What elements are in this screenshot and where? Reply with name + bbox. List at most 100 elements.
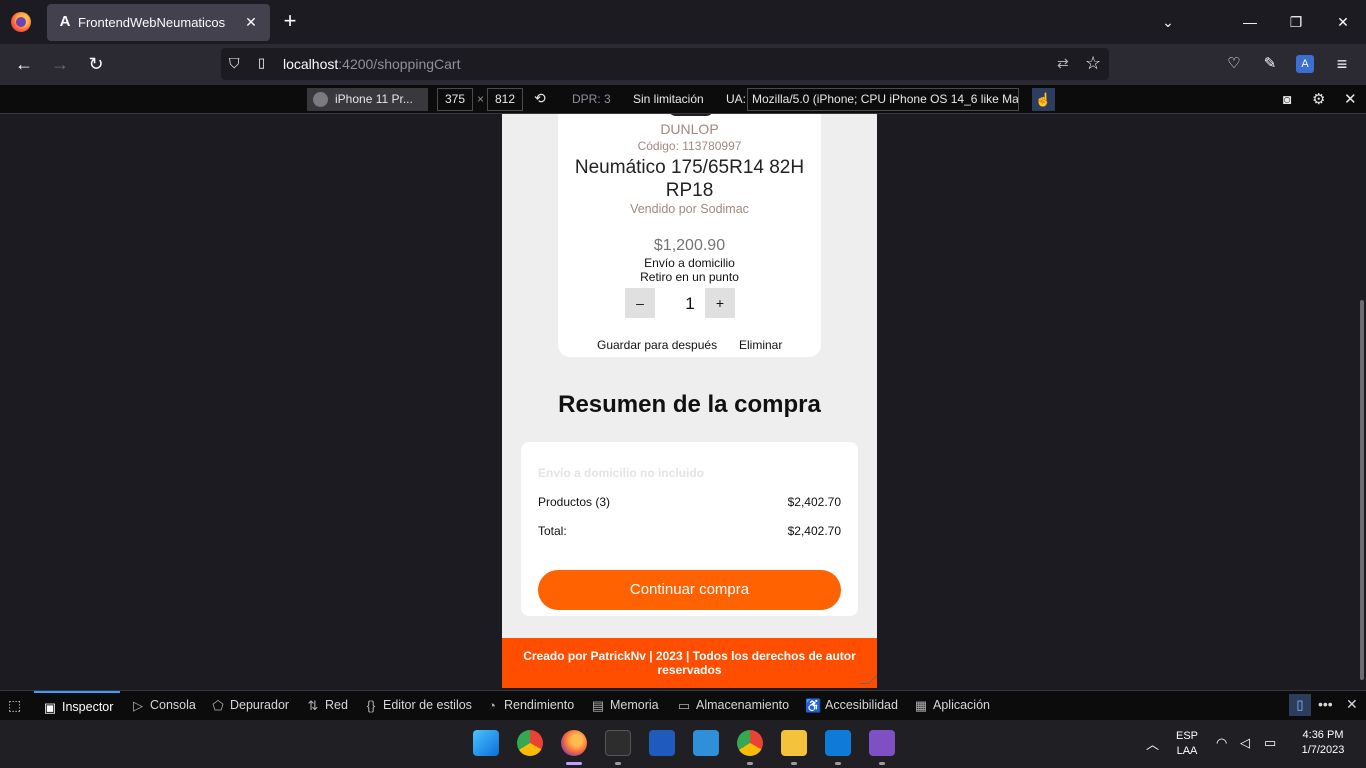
settings-gear-icon[interactable]: ⚙ <box>1312 90 1325 108</box>
responsive-design-toolbar: iPhone 11 Pr... 375 × 812 ⟲ DPR: 3 Sin l… <box>0 85 1366 114</box>
decrease-quantity-button[interactable]: – <box>625 288 655 318</box>
menu-icon[interactable]: ≡ <box>1332 54 1352 74</box>
devtools-toolbar: ⬚ ▣ Inspector ▷ Consola ⬠ Depurador ⇅ Red {… <box>0 690 1366 720</box>
continue-purchase-button[interactable]: Continuar compra <box>538 570 841 610</box>
device-icon <box>313 92 328 107</box>
tab-network[interactable]: ⇅ Red <box>305 691 348 720</box>
running-indicator <box>835 762 841 765</box>
remove-link[interactable]: Eliminar <box>739 338 782 352</box>
chrome-profile-icon[interactable] <box>737 730 763 756</box>
running-indicator <box>615 762 621 765</box>
tab-label: Inspector <box>62 700 114 714</box>
save-for-later-link[interactable]: Guardar para después <box>597 338 717 352</box>
tab-label: Aplicación <box>933 698 990 712</box>
storage-icon: ▭ <box>677 698 691 713</box>
new-tab-icon[interactable]: + <box>280 10 300 32</box>
tab-label: Almacenamiento <box>696 698 790 712</box>
inspector-icon: ▣ <box>43 700 57 715</box>
tab-label: Rendimiento <box>504 698 575 712</box>
vscode-icon[interactable] <box>825 730 851 756</box>
dpr-selector[interactable]: DPR: 3 <box>572 92 611 106</box>
firefox-logo-icon[interactable] <box>11 12 31 32</box>
tab-console[interactable]: ▷ Consola <box>130 691 196 720</box>
viewport-width-input[interactable]: 375 <box>437 88 473 111</box>
translate-extension-icon[interactable]: A <box>1296 55 1314 73</box>
pocket-icon[interactable]: ♡ <box>1224 54 1244 74</box>
more-options-icon[interactable]: ••• <box>1318 696 1333 712</box>
dimension-separator: × <box>477 92 485 106</box>
tab-style-editor[interactable]: {} Editor de estilos <box>363 691 472 720</box>
total-label: Total: <box>538 524 567 538</box>
quantity-value: 1 <box>685 294 695 313</box>
word-icon[interactable] <box>649 730 675 756</box>
product-code: Código: 113780997 <box>637 139 742 153</box>
user-agent-input[interactable]: Mozilla/5.0 (iPhone; CPU iPhone OS 14_6 … <box>747 88 1019 111</box>
keyboard-layout: LAA <box>1176 745 1198 757</box>
tab-performance[interactable]: ◔ Rendimiento <box>484 691 574 720</box>
screenshot-icon[interactable]: ◙ <box>1283 91 1291 107</box>
shield-icon[interactable]: ⛉ <box>229 55 245 73</box>
clock[interactable]: 4:36 PM 1/7/2023 <box>1296 729 1350 756</box>
close-tab-icon[interactable]: ✕ <box>241 12 261 32</box>
product-brand: DUNLOP <box>660 121 719 137</box>
tab-memory[interactable]: ▤ Memoria <box>590 691 659 720</box>
url-text[interactable]: localhost:4200/shoppingCart <box>283 56 460 72</box>
tab-accessibility[interactable]: ♿ Accesibilidad <box>805 691 898 720</box>
bookmark-star-icon[interactable]: ☆ <box>1085 53 1101 74</box>
tab-debugger[interactable]: ⬠ Depurador <box>210 691 289 720</box>
minimize-icon[interactable]: — <box>1240 12 1260 32</box>
rotate-icon[interactable]: ⟲ <box>534 90 546 107</box>
wifi-icon[interactable]: ◠ <box>1216 735 1227 751</box>
back-icon[interactable]: ← <box>14 54 34 74</box>
reload-icon[interactable]: ↻ <box>86 54 106 74</box>
products-value: $2,402.70 <box>787 495 841 509</box>
url-bar[interactable]: ⛉ ▯ localhost:4200/shoppingCart ⇄ ☆ <box>221 48 1109 80</box>
touch-simulation-icon[interactable]: ☝ <box>1032 88 1055 111</box>
running-indicator <box>879 762 885 765</box>
product-seller: Vendido por Sodimac <box>630 202 749 216</box>
performance-icon: ◔ <box>488 698 496 713</box>
chevron-up-icon[interactable]: ︿ <box>1146 734 1159 753</box>
delivery-option: Envío a domicilio <box>644 256 735 270</box>
products-label: Productos (3) <box>538 495 611 509</box>
network-icon: ⇅ <box>307 698 319 713</box>
navigation-bar: ← → ↻ ⛉ ▯ localhost:4200/shoppingCart ⇄ … <box>0 44 1366 85</box>
running-indicator <box>791 762 797 765</box>
tab-storage[interactable]: ▭ Almacenamiento <box>676 691 789 720</box>
translate-icon[interactable]: ⇄ <box>1057 55 1069 72</box>
tire-image <box>668 114 714 116</box>
tab-label: Depurador <box>230 698 290 712</box>
close-devtools-icon[interactable]: ✕ <box>1346 696 1358 713</box>
battery-icon[interactable]: ▭ <box>1264 735 1276 751</box>
restore-icon[interactable]: ❐ <box>1286 12 1306 32</box>
viewport-height-input[interactable]: 812 <box>487 88 523 111</box>
page-info-icon[interactable]: ▯ <box>258 55 272 73</box>
terminal-icon[interactable] <box>605 730 631 756</box>
input-language[interactable]: ESP LAA <box>1175 730 1199 757</box>
forward-icon[interactable]: → <box>50 54 70 74</box>
device-selector[interactable]: iPhone 11 Pr... <box>307 88 428 111</box>
windows-start-icon[interactable] <box>473 730 499 756</box>
device-name: iPhone 11 Pr... <box>335 92 413 106</box>
firefox-taskbar-icon[interactable] <box>561 730 587 756</box>
pickup-option: Retiro en un punto <box>640 270 739 284</box>
volume-icon[interactable]: ◁ <box>1240 735 1250 751</box>
element-picker-icon[interactable]: ⬚ <box>8 697 21 714</box>
devtools-pen-icon[interactable]: ✎ <box>1260 54 1280 74</box>
list-tabs-icon[interactable]: ⌄ <box>1158 12 1178 32</box>
file-explorer-icon[interactable] <box>781 730 807 756</box>
tab-label: Memoria <box>610 698 659 712</box>
chrome-icon[interactable] <box>517 730 543 756</box>
throttle-selector[interactable]: Sin limitación <box>633 92 704 106</box>
clock-date: 1/7/2023 <box>1301 744 1345 756</box>
responsive-mode-icon[interactable]: ▯ <box>1289 694 1311 716</box>
tab-inspector[interactable]: ▣ Inspector <box>34 691 120 720</box>
browser-tab[interactable]: A FrontendWebNeumaticos ✕ <box>47 4 270 41</box>
close-window-icon[interactable]: ✕ <box>1333 12 1353 32</box>
page-scrollbar[interactable] <box>1360 300 1364 680</box>
tab-application[interactable]: ▦ Aplicación <box>913 691 990 720</box>
notepad-icon[interactable] <box>693 730 719 756</box>
visual-studio-icon[interactable] <box>869 730 895 756</box>
increase-quantity-button[interactable]: + <box>705 288 735 318</box>
close-rdm-icon[interactable]: ✕ <box>1344 90 1357 108</box>
